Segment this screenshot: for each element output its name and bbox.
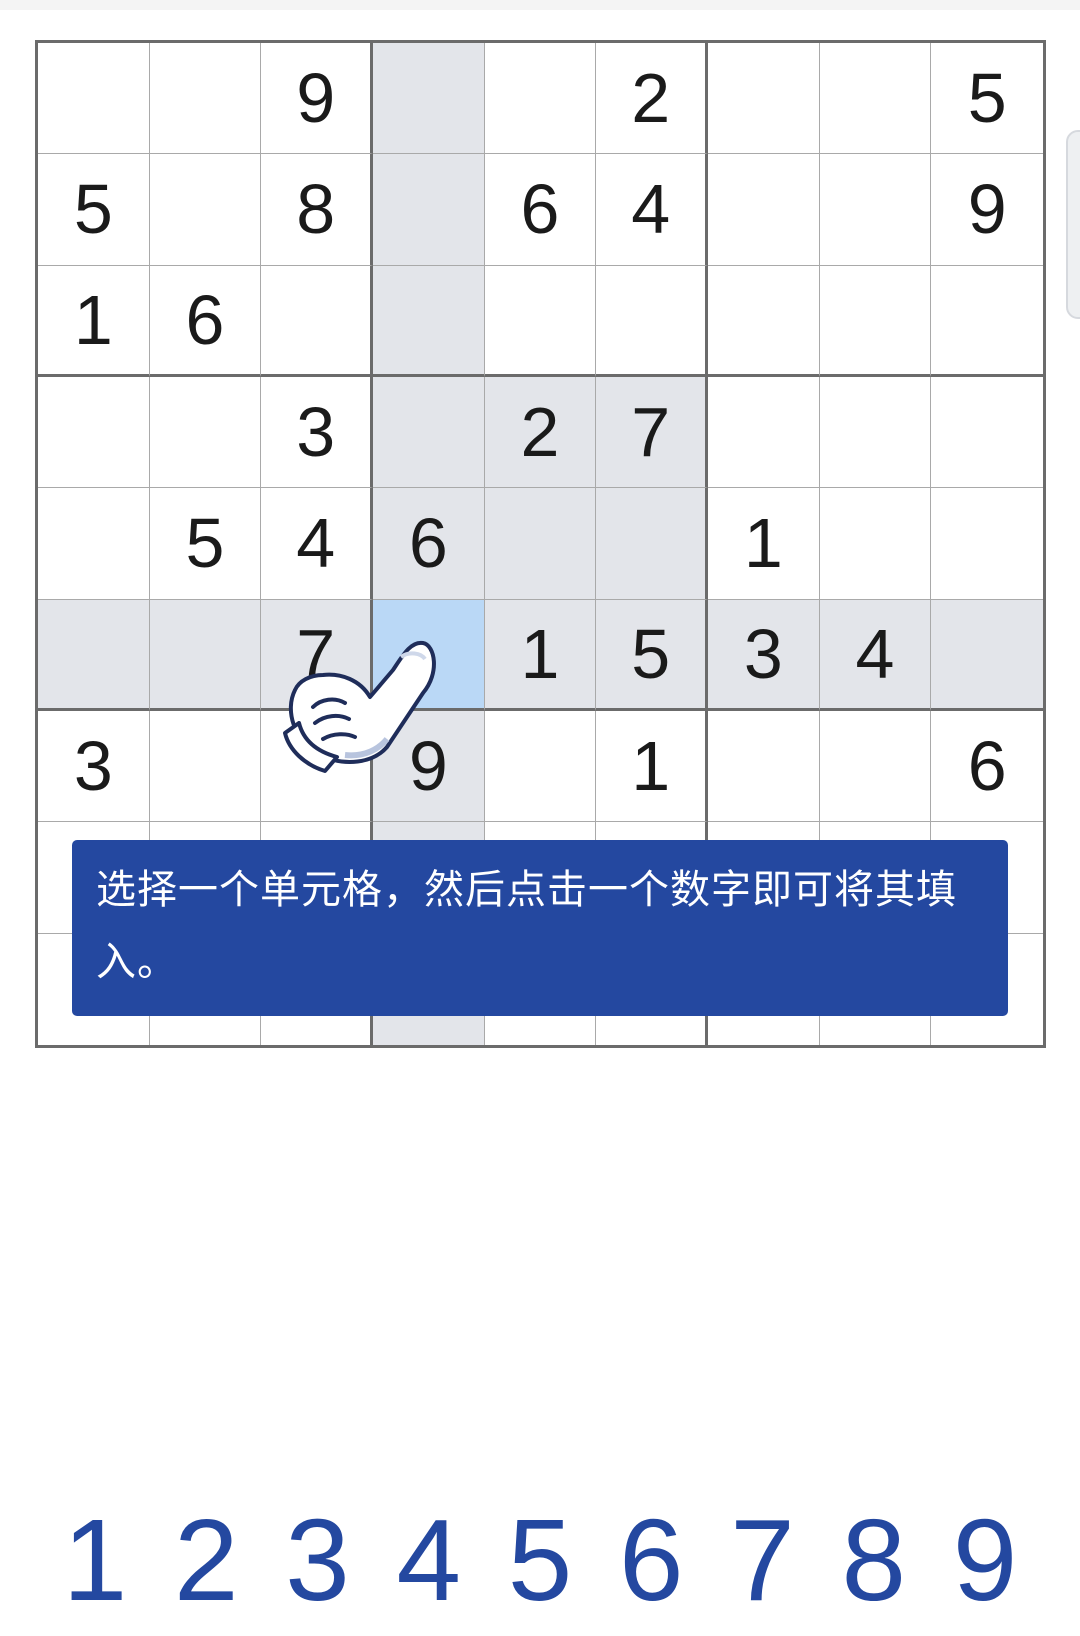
sudoku-cell-r3c8[interactable] xyxy=(819,265,932,377)
number-button-4[interactable]: 4 xyxy=(374,1500,484,1620)
number-button-8[interactable]: 8 xyxy=(819,1500,929,1620)
sudoku-cell-r4c7[interactable] xyxy=(707,377,820,489)
sudoku-cell-r4c8[interactable] xyxy=(819,377,932,489)
sudoku-cell-r7c2[interactable] xyxy=(149,711,262,823)
sudoku-cell-r3c3[interactable] xyxy=(261,265,373,377)
tooltip-text: 选择一个单元格，然后点击一个数字即可将其填入。 xyxy=(96,868,957,984)
sudoku-cell-r7c6[interactable]: 1 xyxy=(596,711,708,823)
sudoku-cell-r5c2[interactable]: 5 xyxy=(149,488,262,600)
sudoku-cell-r4c5[interactable]: 2 xyxy=(484,377,597,489)
sudoku-cell-r3c6[interactable] xyxy=(596,265,708,377)
sudoku-cell-r1c5[interactable] xyxy=(484,43,597,155)
sudoku-cell-r2c1[interactable]: 5 xyxy=(38,154,150,266)
sudoku-cell-r1c9[interactable]: 5 xyxy=(931,43,1043,155)
sudoku-cell-r2c6[interactable]: 4 xyxy=(596,154,708,266)
sudoku-cell-r1c8[interactable] xyxy=(819,43,932,155)
sudoku-cell-r1c7[interactable] xyxy=(707,43,820,155)
sudoku-cell-r2c8[interactable] xyxy=(819,154,932,266)
tutorial-tooltip: 选择一个单元格，然后点击一个数字即可将其填入。 xyxy=(72,840,1008,1016)
status-bar-strip xyxy=(0,0,1080,10)
sudoku-cell-r6c6[interactable]: 5 xyxy=(596,599,708,711)
sudoku-cell-r6c3[interactable]: 7 xyxy=(261,599,373,711)
sudoku-cell-r2c2[interactable] xyxy=(149,154,262,266)
sudoku-cell-r4c9[interactable] xyxy=(931,377,1043,489)
sudoku-cell-r6c5[interactable]: 1 xyxy=(484,599,597,711)
sudoku-cell-r1c6[interactable]: 2 xyxy=(596,43,708,155)
sudoku-cell-r3c4[interactable] xyxy=(372,265,485,377)
sudoku-cell-r5c4[interactable]: 6 xyxy=(372,488,485,600)
sudoku-cell-r7c4[interactable]: 9 xyxy=(372,711,485,823)
sudoku-cell-r2c4[interactable] xyxy=(372,154,485,266)
side-drawer-handle[interactable] xyxy=(1066,130,1080,319)
number-button-7[interactable]: 7 xyxy=(708,1500,818,1620)
number-pad: 123456789 xyxy=(40,1500,1040,1620)
sudoku-cell-r5c1[interactable] xyxy=(38,488,150,600)
sudoku-cell-r4c4[interactable] xyxy=(372,377,485,489)
sudoku-cell-r7c1[interactable]: 3 xyxy=(38,711,150,823)
number-button-5[interactable]: 5 xyxy=(485,1500,595,1620)
sudoku-cell-r2c5[interactable]: 6 xyxy=(484,154,597,266)
number-button-9[interactable]: 9 xyxy=(930,1500,1040,1620)
sudoku-cell-r3c5[interactable] xyxy=(484,265,597,377)
sudoku-cell-r3c9[interactable] xyxy=(931,266,1043,377)
sudoku-cell-r1c2[interactable] xyxy=(149,43,262,155)
sudoku-cell-r4c6[interactable]: 7 xyxy=(596,377,708,489)
sudoku-cell-r4c1[interactable] xyxy=(38,377,150,489)
sudoku-cell-r6c8[interactable]: 4 xyxy=(819,599,932,711)
sudoku-cell-r3c2[interactable]: 6 xyxy=(149,265,262,377)
number-button-6[interactable]: 6 xyxy=(596,1500,706,1620)
sudoku-cell-r5c5[interactable] xyxy=(484,488,597,600)
sudoku-cell-r5c9[interactable] xyxy=(931,488,1043,600)
sudoku-cell-r7c9[interactable]: 6 xyxy=(931,711,1043,823)
sudoku-cell-r5c3[interactable]: 4 xyxy=(261,488,373,600)
sudoku-cell-r6c9[interactable] xyxy=(931,599,1043,711)
sudoku-cell-r6c2[interactable] xyxy=(149,599,262,711)
sudoku-cell-r7c3[interactable] xyxy=(261,711,373,823)
sudoku-cell-r6c4[interactable] xyxy=(372,599,485,711)
sudoku-cell-r5c8[interactable] xyxy=(819,488,932,600)
sudoku-cell-r4c3[interactable]: 3 xyxy=(261,377,373,489)
sudoku-cell-r2c3[interactable]: 8 xyxy=(261,154,373,266)
number-button-3[interactable]: 3 xyxy=(263,1500,373,1620)
sudoku-cell-r7c8[interactable] xyxy=(819,711,932,823)
sudoku-cell-r3c7[interactable] xyxy=(707,265,820,377)
number-button-1[interactable]: 1 xyxy=(40,1500,150,1620)
sudoku-cell-r1c3[interactable]: 9 xyxy=(261,43,373,155)
sudoku-cell-r2c9[interactable]: 9 xyxy=(931,154,1043,266)
sudoku-cell-r6c1[interactable] xyxy=(38,599,150,711)
sudoku-cell-r2c7[interactable] xyxy=(707,154,820,266)
sudoku-cell-r3c1[interactable]: 1 xyxy=(38,265,150,377)
sudoku-cell-r5c6[interactable] xyxy=(596,488,708,600)
sudoku-cell-r1c1[interactable] xyxy=(38,43,150,155)
sudoku-cell-r4c2[interactable] xyxy=(149,377,262,489)
sudoku-cell-r5c7[interactable]: 1 xyxy=(707,488,820,600)
sudoku-cell-r7c5[interactable] xyxy=(484,711,597,823)
sudoku-cell-r1c4[interactable] xyxy=(372,43,485,155)
sudoku-cell-r6c7[interactable]: 3 xyxy=(707,599,820,711)
sudoku-cell-r7c7[interactable] xyxy=(707,711,820,823)
number-button-2[interactable]: 2 xyxy=(151,1500,261,1620)
